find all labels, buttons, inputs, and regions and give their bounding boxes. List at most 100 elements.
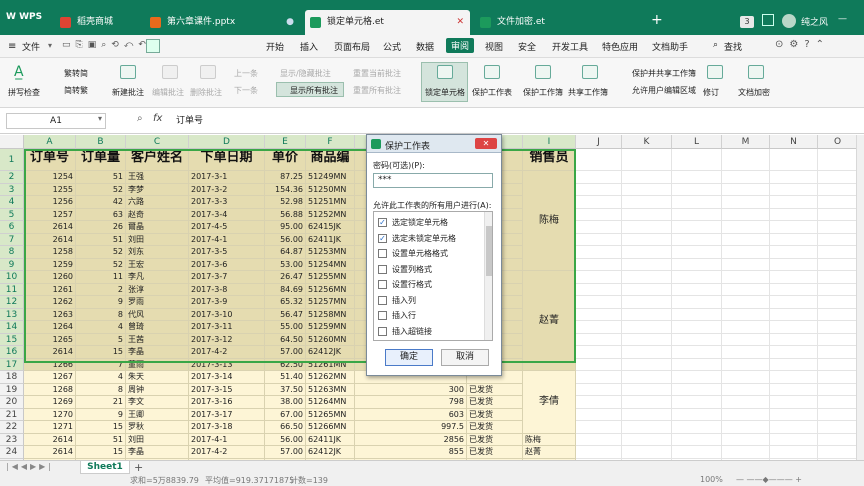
table-cell[interactable] bbox=[622, 346, 672, 359]
table-cell[interactable]: 62412JK bbox=[306, 446, 355, 459]
table-cell[interactable]: 51262MN bbox=[306, 371, 355, 384]
menu-file[interactable]: 文件 bbox=[22, 40, 40, 53]
doc-encrypt-icon[interactable] bbox=[748, 65, 764, 79]
table-cell[interactable] bbox=[622, 358, 672, 371]
table-cell[interactable]: 朱天 bbox=[126, 371, 189, 384]
header-cell[interactable]: 销售员 bbox=[523, 149, 576, 171]
table-cell[interactable] bbox=[576, 446, 622, 459]
permission-option[interactable]: 插入列 bbox=[378, 294, 482, 308]
row-header[interactable]: 6 bbox=[0, 221, 24, 234]
table-cell[interactable]: 51266MN bbox=[306, 421, 355, 434]
chevron-down-icon[interactable]: ▾ bbox=[98, 114, 102, 123]
table-cell[interactable]: 38.00 bbox=[265, 396, 306, 409]
close-icon[interactable]: ✕ bbox=[456, 10, 464, 35]
table-cell[interactable] bbox=[672, 196, 722, 209]
window-count-badge[interactable]: 3 bbox=[740, 16, 754, 28]
table-cell[interactable] bbox=[622, 433, 672, 446]
table-cell[interactable]: 2017-3-2 bbox=[189, 183, 265, 196]
table-cell[interactable] bbox=[818, 208, 858, 221]
table-cell[interactable] bbox=[576, 433, 622, 446]
tab-docer-store[interactable]: 稻壳商城 bbox=[55, 10, 138, 35]
table-cell[interactable] bbox=[770, 421, 818, 434]
menu-features[interactable]: 特色应用 bbox=[602, 40, 638, 53]
table-cell[interactable]: 66.50 bbox=[265, 421, 306, 434]
checkbox[interactable] bbox=[378, 295, 387, 305]
search-label[interactable]: 查找 bbox=[724, 40, 742, 53]
table-cell[interactable]: 2017-3-15 bbox=[189, 383, 265, 396]
table-cell[interactable]: 52 bbox=[76, 183, 126, 196]
vertical-scrollbar[interactable] bbox=[856, 135, 864, 460]
table-cell[interactable]: 已发货 bbox=[467, 383, 523, 396]
protect-sheet-button[interactable]: 保护工作表 bbox=[472, 87, 512, 98]
table-cell[interactable] bbox=[818, 258, 858, 271]
trad-simp-button[interactable]: 繁转简 bbox=[64, 68, 88, 79]
table-cell[interactable] bbox=[672, 321, 722, 334]
table-cell[interactable]: 63 bbox=[76, 208, 126, 221]
table-cell[interactable] bbox=[672, 171, 722, 184]
allow-edit-ranges-button[interactable]: 允许用户编辑区域 bbox=[632, 85, 696, 96]
menu-page-layout[interactable]: 页面布局 bbox=[334, 40, 370, 53]
row-header[interactable]: 16 bbox=[0, 346, 24, 359]
table-cell[interactable]: 赵奇 bbox=[126, 208, 189, 221]
table-cell[interactable]: 300 bbox=[355, 383, 467, 396]
table-cell[interactable] bbox=[722, 196, 770, 209]
table-cell[interactable] bbox=[770, 149, 818, 171]
table-cell[interactable]: 8 bbox=[76, 308, 126, 321]
table-cell[interactable] bbox=[622, 246, 672, 259]
table-cell[interactable]: 2017-4-1 bbox=[189, 233, 265, 246]
table-cell[interactable] bbox=[576, 383, 622, 396]
table-cell[interactable]: 2017-3-10 bbox=[189, 308, 265, 321]
table-cell[interactable]: 已发货 bbox=[467, 408, 523, 421]
table-cell[interactable] bbox=[818, 271, 858, 284]
protect-workbook-icon[interactable] bbox=[535, 65, 551, 79]
ok-button[interactable]: 确定 bbox=[385, 349, 433, 366]
table-cell[interactable] bbox=[672, 346, 722, 359]
simp-trad-button[interactable]: 简转繁 bbox=[64, 85, 88, 96]
formula-input[interactable]: 订单号 bbox=[172, 113, 862, 129]
table-cell[interactable]: 21 bbox=[76, 396, 126, 409]
sheet-tab[interactable]: Sheet1 bbox=[80, 461, 130, 474]
header-cell[interactable]: 订单量 bbox=[76, 149, 126, 171]
table-cell[interactable]: 5 bbox=[76, 333, 126, 346]
password-field[interactable]: *** bbox=[373, 173, 493, 188]
table-cell[interactable]: 1262 bbox=[24, 296, 76, 309]
table-cell[interactable]: 2017-3-9 bbox=[189, 296, 265, 309]
column-header[interactable]: M bbox=[722, 135, 770, 149]
table-cell[interactable]: 已发货 bbox=[467, 421, 523, 434]
table-cell[interactable] bbox=[770, 283, 818, 296]
table-cell[interactable]: 1255 bbox=[24, 183, 76, 196]
table-cell[interactable] bbox=[722, 421, 770, 434]
table-cell[interactable] bbox=[576, 283, 622, 296]
table-cell[interactable] bbox=[770, 208, 818, 221]
column-header[interactable]: K bbox=[622, 135, 672, 149]
menu-doc-assistant[interactable]: 文档助手 bbox=[652, 40, 688, 53]
table-cell[interactable]: 1263 bbox=[24, 308, 76, 321]
track-changes-icon[interactable] bbox=[707, 65, 723, 79]
table-cell[interactable] bbox=[770, 171, 818, 184]
skin-icon[interactable] bbox=[762, 14, 774, 26]
table-cell[interactable]: 1258 bbox=[24, 246, 76, 259]
table-cell[interactable]: 51263MN bbox=[306, 383, 355, 396]
row-header[interactable]: 2 bbox=[0, 171, 24, 184]
table-cell[interactable] bbox=[622, 149, 672, 171]
table-cell[interactable] bbox=[672, 433, 722, 446]
fx-icon[interactable]: fx bbox=[153, 113, 162, 124]
salesperson-cell[interactable]: 赵菁 bbox=[523, 271, 576, 371]
table-cell[interactable] bbox=[576, 208, 622, 221]
table-cell[interactable]: 刘田 bbox=[126, 233, 189, 246]
table-cell[interactable]: 8 bbox=[76, 383, 126, 396]
hamburger-icon[interactable]: ≡ bbox=[8, 41, 16, 52]
row-header[interactable]: 18 bbox=[0, 371, 24, 384]
user-name[interactable]: 纯之风 bbox=[801, 15, 828, 28]
table-cell[interactable]: 爾晶 bbox=[126, 221, 189, 234]
table-cell[interactable] bbox=[818, 296, 858, 309]
table-cell[interactable]: 王卿 bbox=[126, 408, 189, 421]
table-cell[interactable]: 1268 bbox=[24, 383, 76, 396]
row-header[interactable]: 14 bbox=[0, 321, 24, 334]
table-cell[interactable]: 51256MN bbox=[306, 283, 355, 296]
table-cell[interactable] bbox=[576, 371, 622, 384]
table-cell[interactable]: 51 bbox=[76, 433, 126, 446]
table-cell[interactable] bbox=[722, 433, 770, 446]
table-cell[interactable]: 51.40 bbox=[265, 371, 306, 384]
table-cell[interactable] bbox=[672, 371, 722, 384]
